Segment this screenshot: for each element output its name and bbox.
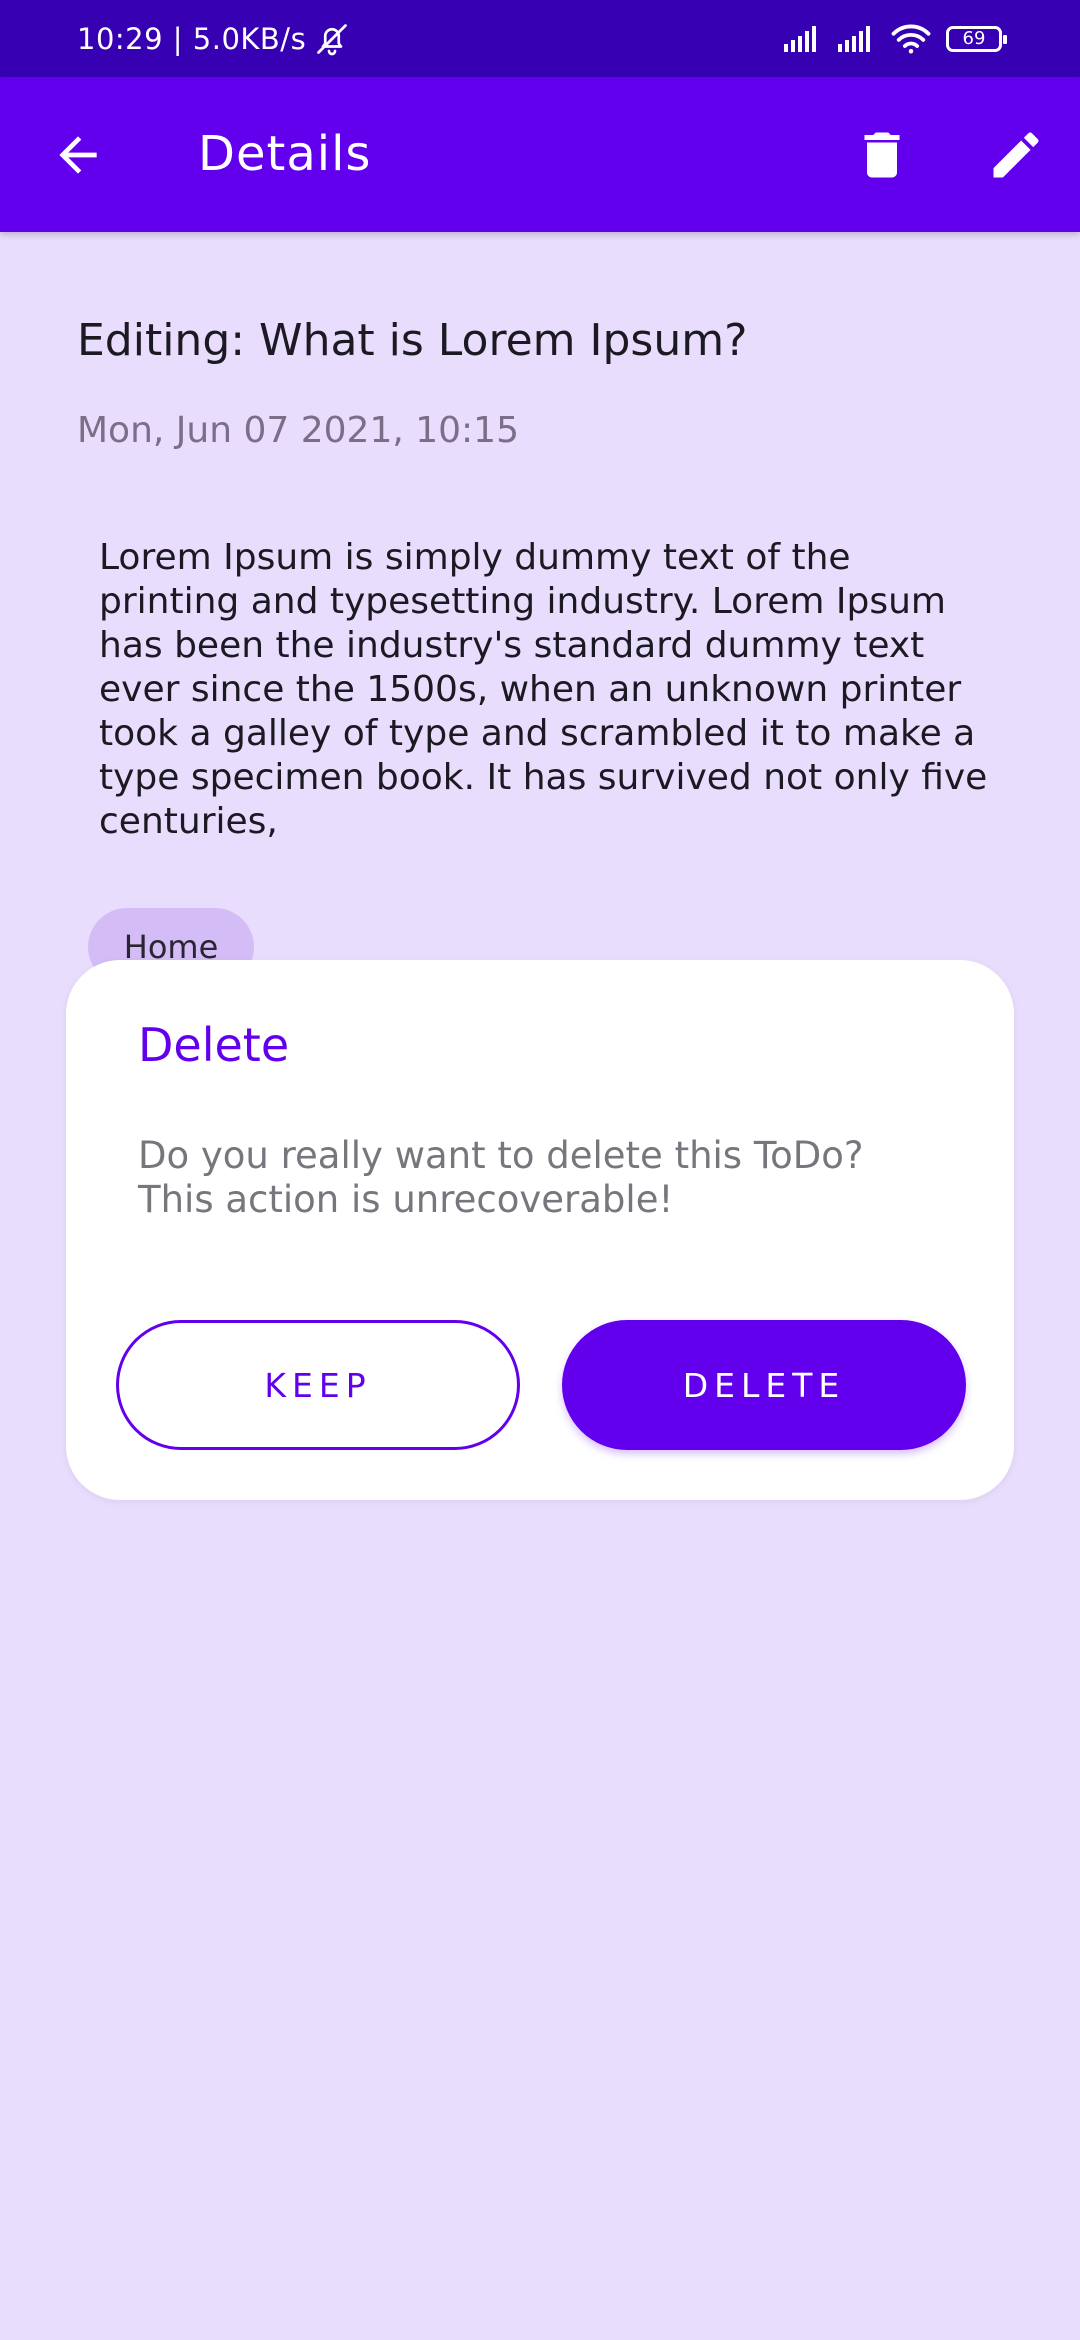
keep-button[interactable]: KEEP	[116, 1320, 520, 1450]
app-bar: Details	[0, 77, 1080, 232]
back-arrow-icon[interactable]	[50, 127, 106, 183]
dialog-message-line2: This action is unrecoverable!	[138, 1178, 674, 1221]
battery-icon: 69	[946, 25, 1007, 52]
note-title: Editing: What is Lorem Ipsum?	[77, 315, 748, 366]
signal-icon-2	[838, 25, 870, 52]
dialog-title: Delete	[138, 1018, 290, 1072]
note-date: Mon, Jun 07 2021, 10:15	[77, 410, 519, 451]
battery-level: 69	[962, 28, 986, 49]
signal-icon	[784, 25, 816, 52]
edit-icon[interactable]	[986, 125, 1046, 185]
status-right: 69	[782, 0, 1007, 77]
page-title: Details	[198, 126, 372, 182]
dialog-message-line1: Do you really want to delete this ToDo?	[138, 1134, 864, 1177]
status-bar: 10:29 | 5.0KB/s 69	[0, 0, 1080, 77]
status-time-speed: 10:29 | 5.0KB/s	[77, 21, 307, 56]
delete-button[interactable]: DELETE	[562, 1320, 966, 1450]
delete-dialog: Delete Do you really want to delete this…	[66, 960, 1014, 1500]
delete-icon[interactable]	[852, 125, 912, 185]
dialog-message: Do you really want to delete this ToDo? …	[138, 1134, 958, 1222]
note-body: Lorem Ipsum is simply dummy text of the …	[99, 537, 988, 842]
bell-off-icon	[317, 23, 348, 55]
wifi-icon	[891, 23, 931, 54]
status-left: 10:29 | 5.0KB/s	[77, 0, 350, 77]
